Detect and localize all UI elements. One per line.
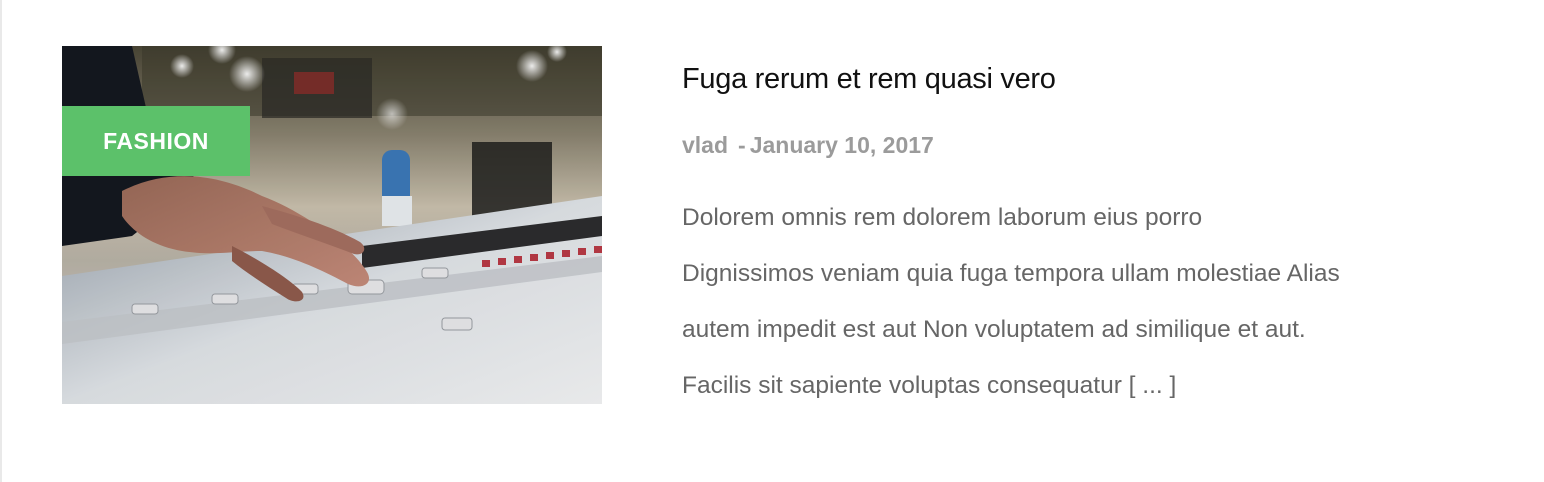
post-excerpt: Dolorem omnis rem dolorem laborum eius p… — [682, 190, 1502, 414]
post-meta: vlad - January 10, 2017 — [682, 128, 934, 162]
mixing-console-image — [62, 46, 602, 404]
excerpt-line: Dolorem omnis rem dolorem laborum eius p… — [682, 204, 1203, 231]
post-thumbnail[interactable] — [62, 46, 602, 404]
post-date: January 10, 2017 — [749, 132, 934, 158]
post-title[interactable]: Fuga rerum et rem quasi vero — [682, 58, 1056, 100]
excerpt-line: autem impedit est aut Non voluptatem ad … — [682, 316, 1306, 343]
post-author[interactable]: vlad — [682, 132, 728, 158]
post-card: FASHION Fuga rerum et rem quasi vero vla… — [0, 0, 1544, 482]
category-badge[interactable]: FASHION — [62, 106, 250, 176]
date-separator: - — [738, 132, 746, 158]
excerpt-line: Facilis sit sapiente voluptas consequatu… — [682, 372, 1177, 399]
excerpt-line: Dignissimos veniam quia fuga tempora ull… — [682, 260, 1340, 287]
